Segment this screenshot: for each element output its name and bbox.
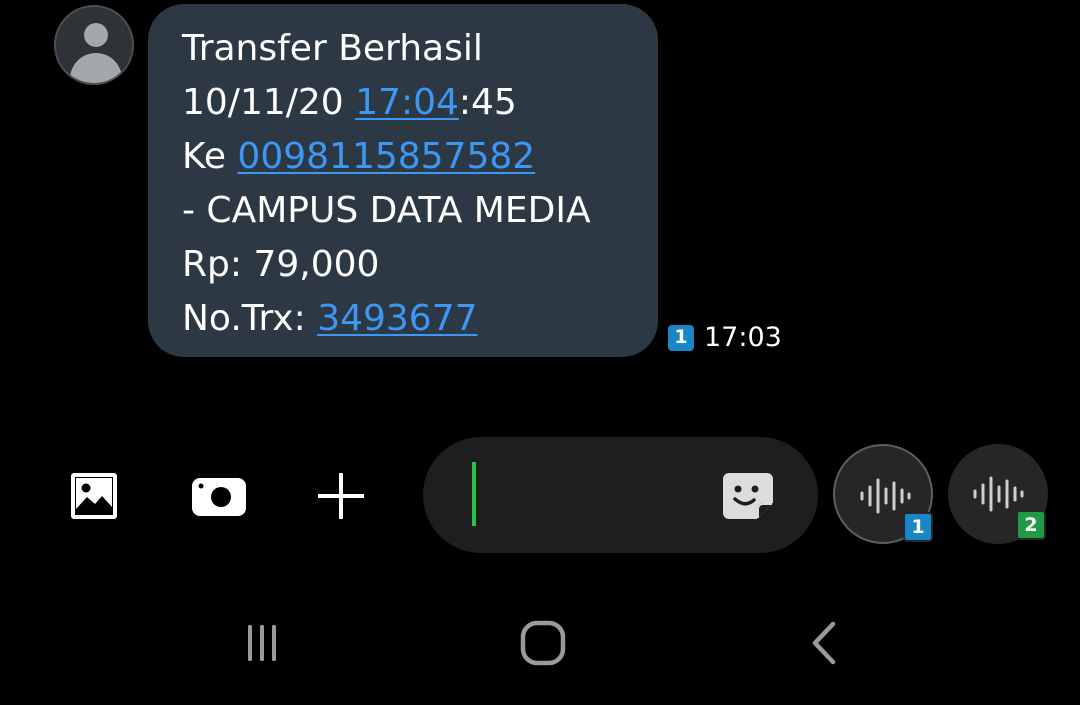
- back-icon: [812, 621, 836, 665]
- message-trx-label: No.Trx:: [182, 298, 306, 339]
- message-time-seconds: :45: [458, 82, 517, 123]
- sim-1-badge: 1: [903, 512, 933, 542]
- message-input[interactable]: [423, 437, 818, 553]
- voice-wave-icon: [973, 476, 1024, 512]
- back-button[interactable]: [800, 615, 848, 671]
- recents-icon: [248, 625, 276, 661]
- avatar-body: [70, 53, 122, 83]
- plus-icon: [318, 473, 364, 519]
- home-icon: [520, 620, 566, 666]
- message-meta: 1 17:03: [668, 322, 782, 353]
- message-date: 10/11/20: [182, 82, 344, 123]
- message-time-link[interactable]: 17:04: [355, 82, 459, 123]
- message-amount: Rp: 79,000: [182, 244, 380, 285]
- text-cursor: [472, 462, 476, 526]
- sim-1-badge: 1: [668, 324, 694, 351]
- voice-record-sim1-button[interactable]: 1: [833, 444, 933, 544]
- gallery-button[interactable]: [66, 468, 122, 524]
- camera-button[interactable]: [188, 468, 250, 524]
- home-button[interactable]: [514, 615, 572, 671]
- message-trx-line: No.Trx: 3493677: [182, 292, 658, 346]
- message-datetime-line: 10/11/20 17:04:45: [182, 76, 658, 130]
- gallery-icon: [71, 473, 117, 519]
- voice-wave-icon: [860, 478, 911, 514]
- sticker-icon: [723, 473, 773, 519]
- add-attachment-button[interactable]: [312, 468, 370, 524]
- message-account-line: Ke 0098115857582: [182, 130, 658, 184]
- message-recipient: - CAMPUS DATA MEDIA: [182, 190, 591, 231]
- messages-screen: Transfer Berhasil 10/11/20 17:04:45 Ke 0…: [0, 0, 1080, 705]
- trx-number-link[interactable]: 3493677: [317, 298, 477, 339]
- contact-avatar[interactable]: [54, 5, 134, 85]
- message-title: Transfer Berhasil: [182, 28, 483, 69]
- recents-button[interactable]: [236, 615, 288, 671]
- message-timestamp: 17:03: [704, 322, 782, 353]
- account-number-link[interactable]: 0098115857582: [237, 136, 535, 177]
- avatar-head: [84, 23, 108, 47]
- sim-2-badge: 2: [1016, 510, 1046, 540]
- voice-record-sim2-button[interactable]: 2: [948, 444, 1048, 544]
- camera-icon: [192, 478, 246, 516]
- message-bubble[interactable]: Transfer Berhasil 10/11/20 17:04:45 Ke 0…: [148, 4, 658, 357]
- sticker-button[interactable]: [721, 469, 775, 521]
- message-to-label: Ke: [182, 136, 226, 177]
